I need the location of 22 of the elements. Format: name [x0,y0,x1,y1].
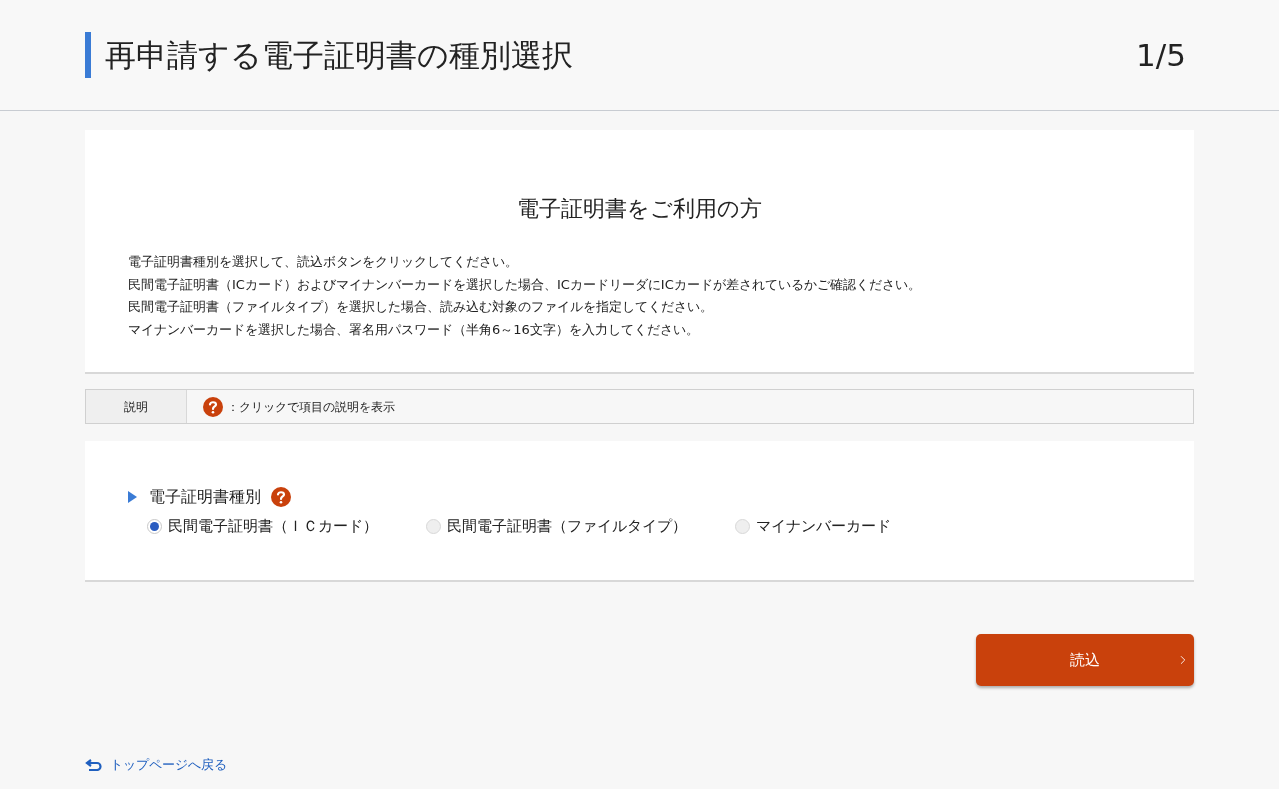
radio-button[interactable] [735,518,750,534]
radio-label[interactable]: マイナンバーカード [756,515,891,538]
help-icon[interactable] [271,487,291,507]
instruction-text: 電子証明書種別を選択して、読込ボタンをクリックしてください。 [128,253,519,271]
legend-text: ：クリックで項目の説明を表示 [227,398,395,416]
back-link[interactable]: トップページへ戻る [85,755,227,775]
instruction-text: 民間電子証明書（ICカード）およびマイナンバーカードを選択した場合、ICカードリーダにICカードが差されているかご確認ください。 [128,275,922,294]
radio-button[interactable] [426,518,441,534]
instruction-text: 民間電子証明書（ファイルタイプ）を選択した場合、読み込む対象のファイルを指定してください。 [128,298,714,316]
page-title: 再申請する電子証明書の種別選択 [105,35,573,75]
legend-label: 説明 [86,390,187,423]
radio-label[interactable]: 民間電子証明書（ファイルタイプ） [447,515,687,538]
field-label: 電子証明書種別 [149,486,261,508]
read-button[interactable]: 読込 [976,634,1194,686]
help-icon[interactable] [203,396,223,417]
step-counter: 1/5 [1136,35,1187,75]
radio-label[interactable]: 民間電子証明書（ＩＣカード） [168,515,378,538]
instruction-text: マイナンバーカードを選択した場合、署名用パスワード（半角6～16文字）を入力してください。 [128,320,700,339]
triangle-icon [128,491,137,503]
radio-button[interactable] [147,518,162,534]
return-arrow-icon [85,758,102,771]
section-heading: 電子証明書をご利用の方 [516,195,763,223]
